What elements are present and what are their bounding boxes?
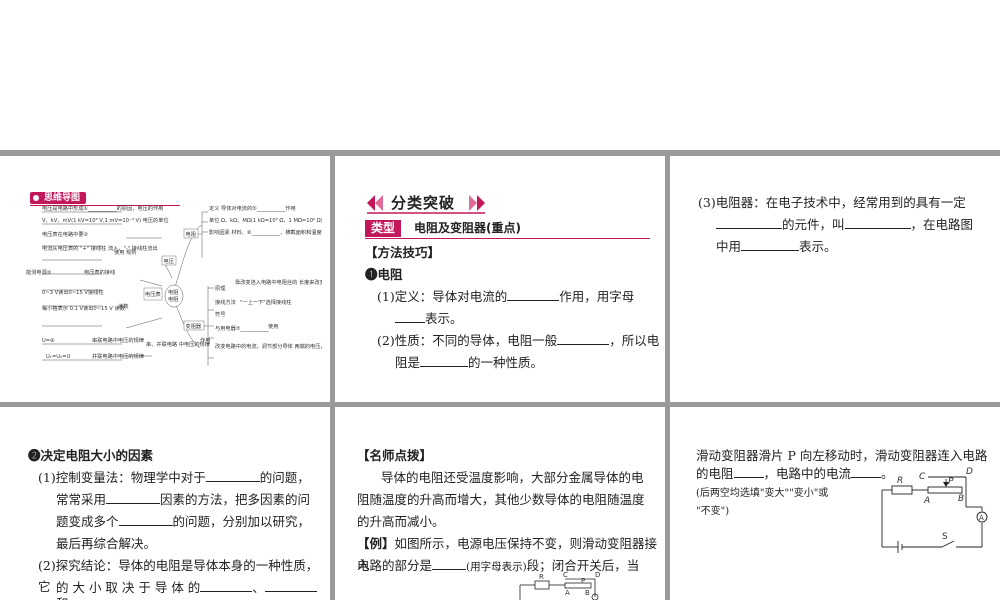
blank-res-2 [844, 215, 911, 229]
mindmap-node-resistance: 电阻 [186, 230, 196, 238]
svg-text:A: A [979, 514, 984, 522]
rheostat-body [927, 486, 963, 494]
section-banner-title: 分类突破 [391, 194, 456, 212]
blank-f-2 [106, 490, 161, 504]
blank-def-1 [507, 287, 560, 301]
method-heading: 【方法技巧】 [365, 245, 441, 260]
mindmap-node-voltage: 电压 [164, 257, 174, 265]
type-underline [365, 238, 650, 239]
mm-right-5: 接线方法 [215, 298, 236, 306]
resistor-line-2: 的元件，叫 ，在电路图 [716, 214, 973, 235]
blank-prop-1 [557, 331, 610, 345]
rheostat-question-card: 滑动变阻器滑片 P 向左移动时，滑动变阻器连入电路 的电阻 ，电路中的电流。 (后… [670, 407, 1000, 600]
mm-left-9: 读数 [118, 302, 129, 310]
mm-right-10: 使用 [268, 322, 278, 330]
svg-text:D: D [595, 571, 600, 579]
mm-left-3: 电流从电压表的 "+" 接线柱 流入，"-" 接线柱流出 [42, 244, 158, 252]
blank-prop-2 [420, 353, 469, 367]
svg-text:P: P [581, 577, 585, 585]
blank-q-1 [733, 464, 764, 478]
factors-p1-line4: 最后再综合解决。 [56, 536, 157, 551]
rheostat-circuit-diagram: R C P D A B A S [881, 467, 988, 553]
blank-ex-1 [432, 556, 467, 570]
mm-left-10: U=④ [42, 338, 55, 344]
blank-def-2 [395, 309, 425, 323]
question-line-2: 的电阻 ，电路中的电流。 [696, 464, 894, 481]
definition-line-2: 表示。 [395, 308, 463, 329]
mindmap-center: 电阻 [168, 288, 178, 296]
mindmap-card: 思维导图 电阻 电阻 电阻 变阻器 电压 电压表 电压是电路中形成①______… [0, 156, 330, 402]
mm-left-8: 每小格表示 0.1 V读出0~15 V 读数 [42, 304, 126, 312]
mindmap-node-rheostat: 变阻器 [186, 322, 202, 330]
mm-left-11: 串联电路中电压的规律 [92, 336, 144, 344]
mm-right-7: 符号 [215, 310, 225, 318]
blank-res-1 [716, 215, 782, 229]
svg-text:A: A [565, 589, 570, 597]
resistor-R [891, 485, 913, 495]
mm-right-2: 影响因素 材料、⑥___________、横截面积和温度 [209, 228, 322, 236]
mm-left-0: 电压是电路中形成①___________的原因，电压的作用 [42, 204, 163, 212]
mm-left-4: 使用 规则 [114, 248, 136, 256]
tips-heading: 【名师点拨】 [357, 448, 433, 463]
svg-text:D: D [966, 467, 973, 477]
blank-res-3 [741, 237, 800, 251]
mm-right-9: 与用电器⑦___________ [215, 324, 269, 332]
blank-f-5 [264, 578, 317, 592]
resistor-line-3: 中用 表示。 [716, 237, 837, 254]
factors-p1-line3: 题变成多个 的问题，分别加以研究， [56, 512, 311, 529]
svg-text:C: C [919, 472, 926, 482]
mm-right-0: 定义 导体对电流的⑤___________作用 [209, 204, 296, 212]
section-banner: 分类突破 [365, 192, 487, 214]
svg-text:P: P [948, 477, 954, 487]
mm-right-6: "一上一下"选择接线柱 [240, 298, 291, 306]
svg-text:B: B [585, 589, 590, 597]
mm-left-1: V、kV、mV(1 kV=10³ V,1 mV=10⁻³ V) 电压的单位 [42, 216, 169, 224]
blank-f-1 [205, 468, 260, 482]
type-tag: 类型 [365, 220, 402, 237]
factors-p1-line1: (1)控制变量法：物理学中对于 的问题， [38, 468, 310, 485]
tips-card: 【名师点拨】 导体的电阻还受温度影响，大部分金属导体的电 阻随温度的升高而增大，… [335, 407, 665, 600]
method-card: 分类突破 类型 电阻及变阻器(重点) 【方法技巧】 ❶电阻 (1)定义：导体对电… [335, 156, 665, 402]
tips-line-3: 的升高而减小。 [357, 514, 445, 529]
mm-left-13: 并联电路中电压的规律 [92, 352, 144, 360]
tips-line-2: 阻随温度的升高而增大，其他少数导体的电阻随温度 [357, 492, 645, 507]
mindmap-diagram: 电阻 电阻 电阻 变阻器 电压 电压表 电压是电路中形成①___________… [26, 204, 322, 366]
mm-left-5: 能测电源③ [26, 268, 52, 276]
factors-p1-line2: 常常采用 因素的方法，把多因素的问 [56, 490, 311, 507]
tips-line-1: 导体的电阻还受温度影响，大部分金属导体的电 [381, 470, 644, 485]
factors-p2-line3: 和 [56, 593, 69, 600]
item2-label: ❷决定电阻大小的因素 [28, 448, 154, 463]
svg-text:A: A [923, 496, 930, 506]
mm-left-7: 0~3 V读出0~15 V接线柱 [42, 288, 104, 296]
blank-f-3 [118, 512, 173, 526]
mm-right-8: 作用 [200, 336, 210, 344]
item1-label: ❶电阻 [365, 267, 403, 282]
mm-right-4: 靠改变连入电路中电阻丝的 长度来改变电阻 [235, 278, 322, 286]
type-title: 电阻及变阻器(重点) [414, 221, 521, 235]
svg-text:B: B [958, 494, 964, 504]
definition-line: (1)定义：导体对电流的 作用，用字母 [377, 287, 635, 304]
resistor-card: (3)电阻器：在电子技术中，经常用到的具有一定 的元件，叫 ，在电路图 中用 表示。 [670, 156, 1000, 402]
mm-right-11: 改变电路中的电流，调节部分导体 两端的电压，对电路有⑧___________作用 [215, 342, 322, 350]
mm-left-2: 电压表在电路中要② [42, 230, 89, 238]
example-circuit-thumb: R C P D A B [519, 571, 600, 600]
mindmap-node-voltmeter: 电压表 [145, 290, 161, 298]
factors-p2-line2: 的 大 小 取 决 于 导 体 的、 [56, 577, 317, 598]
svg-text:R: R [897, 476, 903, 486]
mm-left-6: 电压表的接线 [84, 268, 115, 276]
svg-text:S: S [942, 532, 948, 542]
svg-text:R: R [539, 573, 544, 581]
mm-right-1: 单位 Ω、kΩ、MΩ(1 kΩ=10³ Ω，1 MΩ=10⁶ Ω) [209, 216, 322, 224]
blank-f-4 [200, 578, 253, 592]
mm-right-3: 原理 [215, 285, 226, 292]
resistor-line-1: (3)电阻器：在电子技术中，经常用到的具有一定 [698, 195, 966, 210]
property-line-2: 阻是 的一种性质。 [395, 353, 544, 370]
property-line: (2)性质：不同的导体，电阻一般 ，所以电 [377, 331, 660, 348]
svg-text:电阻: 电阻 [168, 295, 178, 303]
question-note-2: "不变") [696, 506, 730, 517]
mm-left-12: U₁=U₂=U [46, 354, 70, 360]
svg-text:C: C [563, 571, 568, 579]
factors-card: ❷决定电阻大小的因素 (1)控制变量法：物理学中对于 的问题， 常常采用 因素的方法… [0, 407, 330, 600]
